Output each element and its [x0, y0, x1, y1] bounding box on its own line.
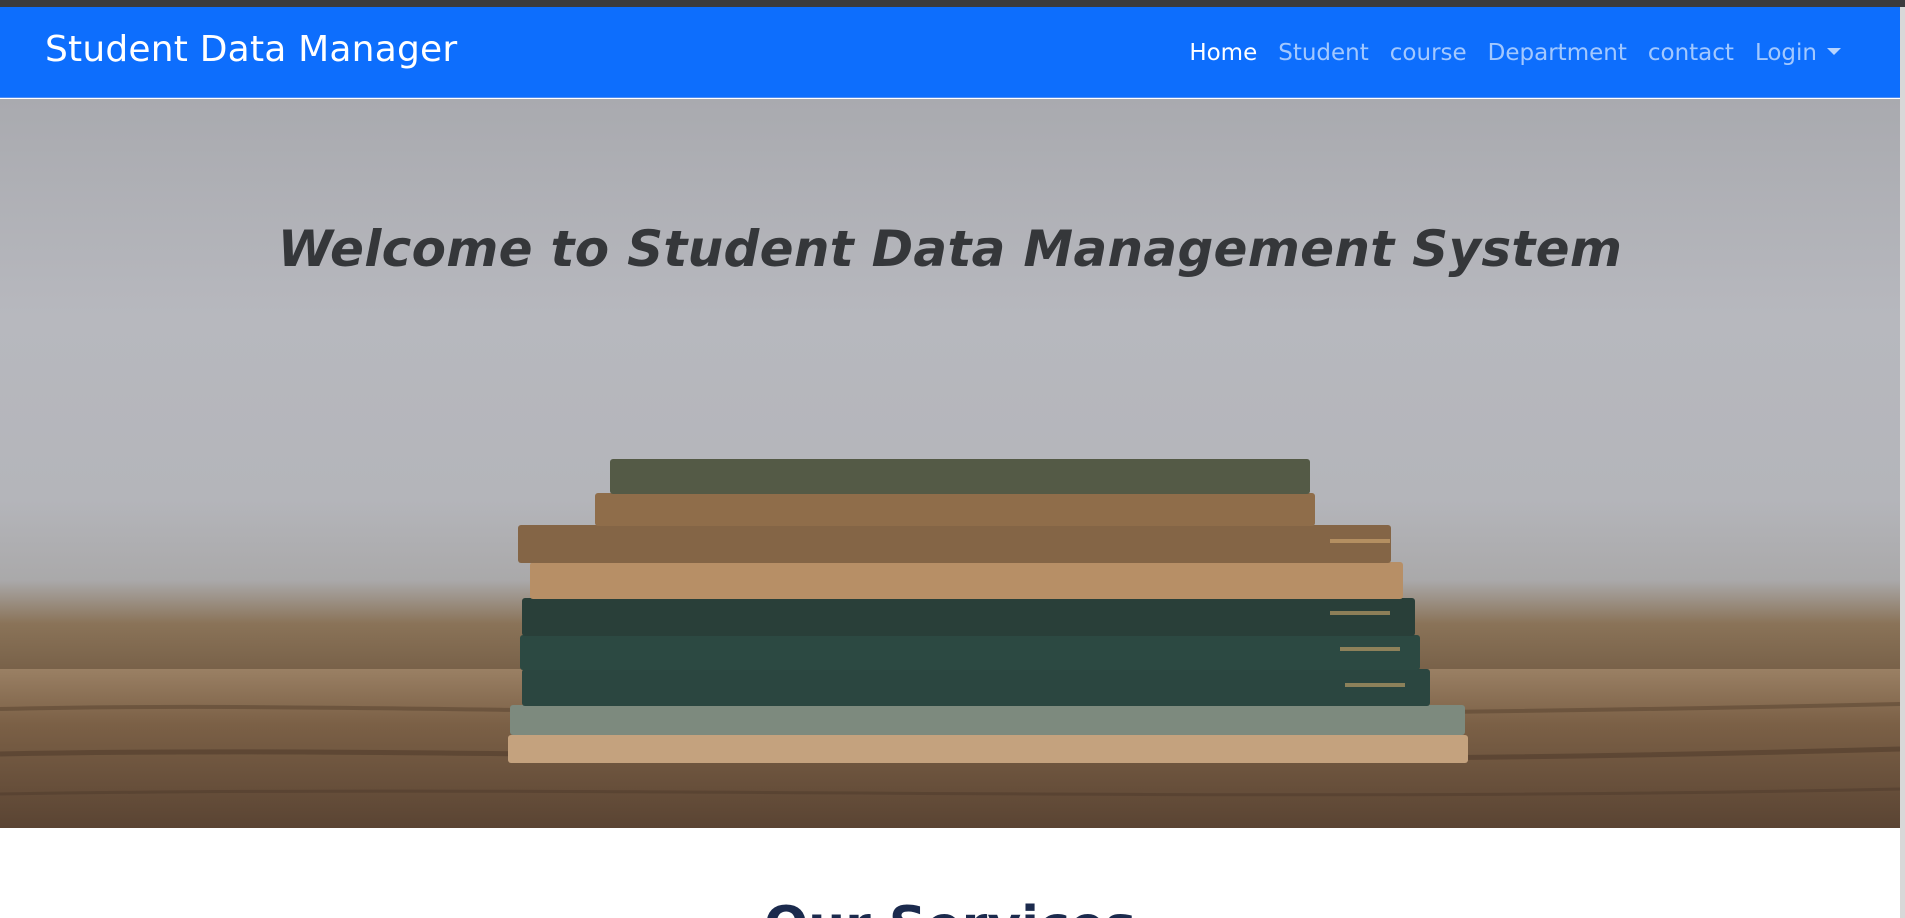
services-heading: Our Services	[0, 896, 1900, 918]
navbar: Student Data Manager Home Student course…	[0, 7, 1900, 98]
brand-link[interactable]: Student Data Manager	[45, 30, 457, 70]
browser-top-strip	[0, 0, 1905, 7]
nav-home-link[interactable]: Home	[1189, 39, 1257, 67]
hero-banner: Welcome to Student Data Management Syste…	[0, 99, 1900, 828]
nav-department-link[interactable]: Department	[1488, 39, 1627, 67]
login-dropdown-label: Login	[1754, 40, 1817, 66]
hero-title: Welcome to Student Data Management Syste…	[277, 220, 1623, 278]
nav-course-link[interactable]: course	[1390, 39, 1467, 67]
hero-books-image	[0, 459, 1900, 828]
nav-contact-link[interactable]: contact	[1648, 39, 1734, 67]
chevron-down-icon	[1827, 48, 1841, 55]
login-dropdown-toggle[interactable]: Login	[1755, 39, 1841, 67]
nav-student-link[interactable]: Student	[1278, 39, 1369, 67]
page-scrollbar[interactable]	[1900, 7, 1905, 918]
nav-links: Home Student course Department contact L…	[1189, 38, 1841, 68]
